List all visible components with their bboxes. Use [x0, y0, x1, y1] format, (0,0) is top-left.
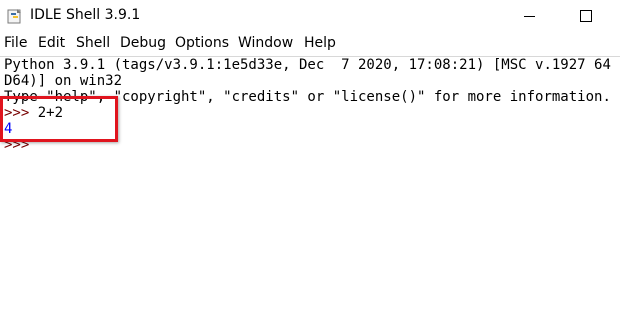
- menu-bar: File Edit Shell Debug Options Window Hel…: [0, 33, 620, 55]
- maximize-icon: [580, 10, 592, 22]
- menu-file[interactable]: File: [4, 35, 27, 51]
- menu-window[interactable]: Window: [238, 35, 293, 51]
- banner-line: Python 3.9.1 (tags/v3.9.1:1e5d33e, Dec 7…: [4, 57, 620, 73]
- maximize-button[interactable]: [562, 0, 608, 32]
- minimize-button[interactable]: [506, 0, 552, 32]
- menu-options[interactable]: Options: [175, 35, 229, 51]
- menu-edit[interactable]: Edit: [38, 35, 65, 51]
- shell-text-area[interactable]: Python 3.9.1 (tags/v3.9.1:1e5d33e, Dec 7…: [0, 56, 620, 309]
- window-title: IDLE Shell 3.9.1: [30, 7, 141, 23]
- minimize-icon: [524, 16, 535, 17]
- banner-line: D64)] on win32: [4, 73, 123, 89]
- idle-shell-window: IDLE Shell 3.9.1 File Edit Shell Debug O…: [0, 0, 620, 309]
- menu-debug[interactable]: Debug: [120, 35, 166, 51]
- title-bar: IDLE Shell 3.9.1: [0, 0, 620, 32]
- python-idle-icon: [7, 9, 21, 24]
- menu-help[interactable]: Help: [304, 35, 336, 51]
- highlight-annotation-box: [0, 96, 118, 142]
- menu-shell[interactable]: Shell: [76, 35, 110, 51]
